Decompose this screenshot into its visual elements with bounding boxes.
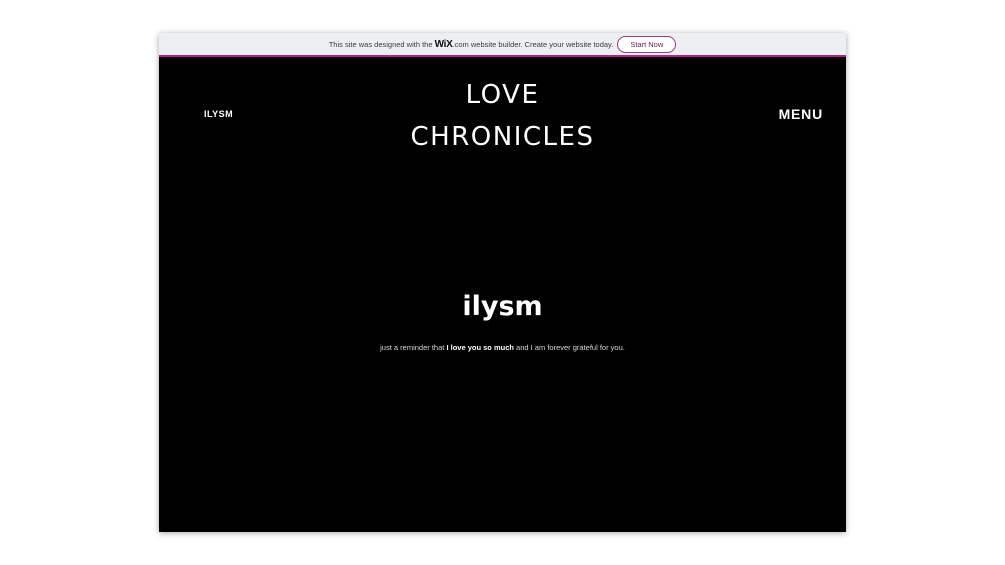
wix-banner-text-after: website builder. Create your website tod… — [470, 39, 614, 49]
site-title-line2: CHRONICLES — [410, 122, 595, 152]
site-title-line1: LOVE — [465, 80, 540, 110]
hero-paragraph: just a reminder that I love you so much … — [159, 343, 846, 352]
wix-banner-text-before: This site was designed with the — [328, 39, 433, 49]
hero-text-before: just a reminder that — [380, 343, 445, 352]
wix-ad-banner: This site was designed with the WiX.com … — [159, 33, 846, 57]
browser-viewport: This site was designed with the WiX.com … — [159, 33, 846, 532]
hero-heading: ilysm — [462, 291, 543, 322]
wix-banner-text: This site was designed with the WiX.com … — [329, 39, 614, 50]
menu-button[interactable]: MENU — [779, 106, 823, 122]
hero-text-after: and I am forever grateful for you. — [516, 343, 625, 352]
wix-logo[interactable]: WiX — [435, 39, 453, 50]
start-now-button[interactable]: Start Now — [617, 35, 677, 53]
hero-text-bold: I love you so much — [446, 343, 514, 352]
site-title: LOVE CHRONICLES — [159, 74, 846, 158]
wix-dotcom: .com — [452, 39, 469, 49]
